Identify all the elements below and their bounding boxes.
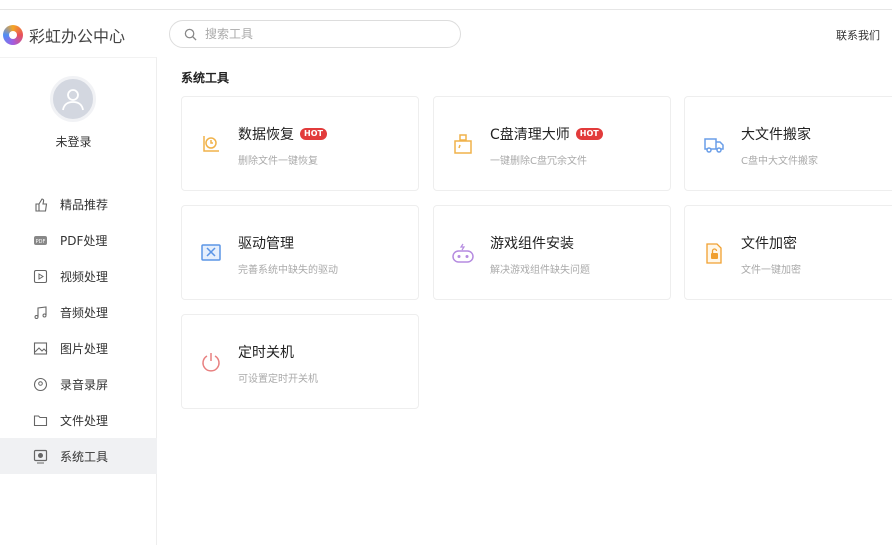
sidebar-item-0[interactable]: 精品推荐	[0, 186, 157, 222]
search-input[interactable]	[205, 27, 445, 41]
svg-text:PDF: PDF	[36, 239, 46, 245]
tool-title: 驱动管理	[238, 236, 294, 252]
power-icon	[200, 351, 222, 373]
tool-title: C盘清理大师	[490, 127, 570, 143]
record-icon	[33, 377, 48, 392]
tool-title: 数据恢复	[238, 127, 294, 143]
tool-card[interactable]: 游戏组件安装 解决游戏组件缺失问题	[433, 205, 671, 300]
folder-icon	[33, 413, 48, 428]
tool-description: 一键删除C盘冗余文件	[490, 156, 587, 167]
tool-description: 完善系统中缺失的驱动	[238, 265, 338, 276]
sidebar-item-4[interactable]: 图片处理	[0, 330, 157, 366]
tool-card[interactable]: 数据恢复 HOT 删除文件一键恢复	[181, 96, 419, 191]
gamepad-icon	[452, 242, 474, 264]
tool-description: 可设置定时开关机	[238, 374, 318, 385]
search-box[interactable]	[169, 20, 461, 48]
hot-badge: HOT	[575, 128, 603, 140]
music-icon	[33, 305, 48, 320]
driver-icon	[200, 242, 222, 264]
tool-title: 大文件搬家	[741, 127, 811, 143]
thumbs-up-icon	[33, 197, 48, 212]
sidebar-nav: 精品推荐 PDF PDF处理视频处理音频处理图片处理录音录屏文件处理系统工具	[0, 186, 157, 474]
avatar[interactable]	[50, 76, 96, 122]
tool-title: 文件加密	[741, 236, 797, 252]
sidebar-item-label: 精品推荐	[60, 197, 109, 212]
user-icon	[62, 89, 84, 111]
sidebar-item-label: 视频处理	[60, 269, 109, 284]
tool-description: 解决游戏组件缺失问题	[490, 265, 590, 276]
tool-description: 删除文件一键恢复	[238, 156, 318, 167]
sidebar-item-6[interactable]: 文件处理	[0, 402, 157, 438]
hot-badge: HOT	[300, 128, 327, 140]
sidebar-item-3[interactable]: 音频处理	[0, 294, 157, 330]
tool-card[interactable]: C盘清理大师 HOT 一键删除C盘冗余文件	[433, 96, 671, 191]
app-title: 彩虹办公中心	[29, 27, 126, 46]
tool-title: 定时关机	[238, 345, 294, 361]
sidebar-item-7[interactable]: 系统工具	[0, 438, 157, 474]
sidebar-item-label: 录音录屏	[60, 377, 109, 392]
video-icon	[33, 269, 48, 284]
top-divider	[0, 9, 892, 10]
tool-card[interactable]: 驱动管理 完善系统中缺失的驱动	[181, 205, 419, 300]
tool-card[interactable]: 定时关机 可设置定时开关机	[181, 314, 419, 409]
sidebar-item-label: 文件处理	[60, 413, 109, 428]
sidebar-item-5[interactable]: 录音录屏	[0, 366, 157, 402]
image-icon	[33, 341, 48, 356]
broom-icon	[452, 133, 474, 155]
tool-card[interactable]: 大文件搬家 C盘中大文件搬家	[684, 96, 892, 191]
sidebar-item-label: PDF处理	[60, 233, 108, 248]
section-title: 系统工具	[181, 71, 230, 85]
monitor-icon	[33, 449, 48, 464]
lock-file-icon	[703, 242, 725, 264]
rainbow-logo-icon	[3, 25, 23, 45]
pdf-icon: PDF	[33, 233, 48, 248]
sidebar-item-label: 系统工具	[60, 449, 109, 464]
sidebar-item-label: 图片处理	[60, 341, 109, 356]
sidebar: 未登录 精品推荐 PDF PDF处理视频处理音频处理图片处理录音录屏文件处理系统工具	[0, 57, 157, 545]
login-status[interactable]: 未登录	[0, 133, 147, 150]
contact-us-link[interactable]: 联系我们	[836, 27, 880, 43]
tool-description: 文件一键加密	[741, 265, 801, 276]
truck-icon	[703, 133, 725, 155]
tool-title: 游戏组件安装	[490, 236, 574, 252]
tool-card[interactable]: 文件加密 文件一键加密	[684, 205, 892, 300]
sidebar-item-label: 音频处理	[60, 305, 109, 320]
app-logo: 彩虹办公中心	[3, 23, 125, 47]
sidebar-item-2[interactable]: 视频处理	[0, 258, 157, 294]
recovery-icon	[200, 133, 222, 155]
search-icon	[184, 28, 197, 41]
tool-description: C盘中大文件搬家	[741, 156, 818, 167]
sidebar-item-1[interactable]: PDF PDF处理	[0, 222, 157, 258]
